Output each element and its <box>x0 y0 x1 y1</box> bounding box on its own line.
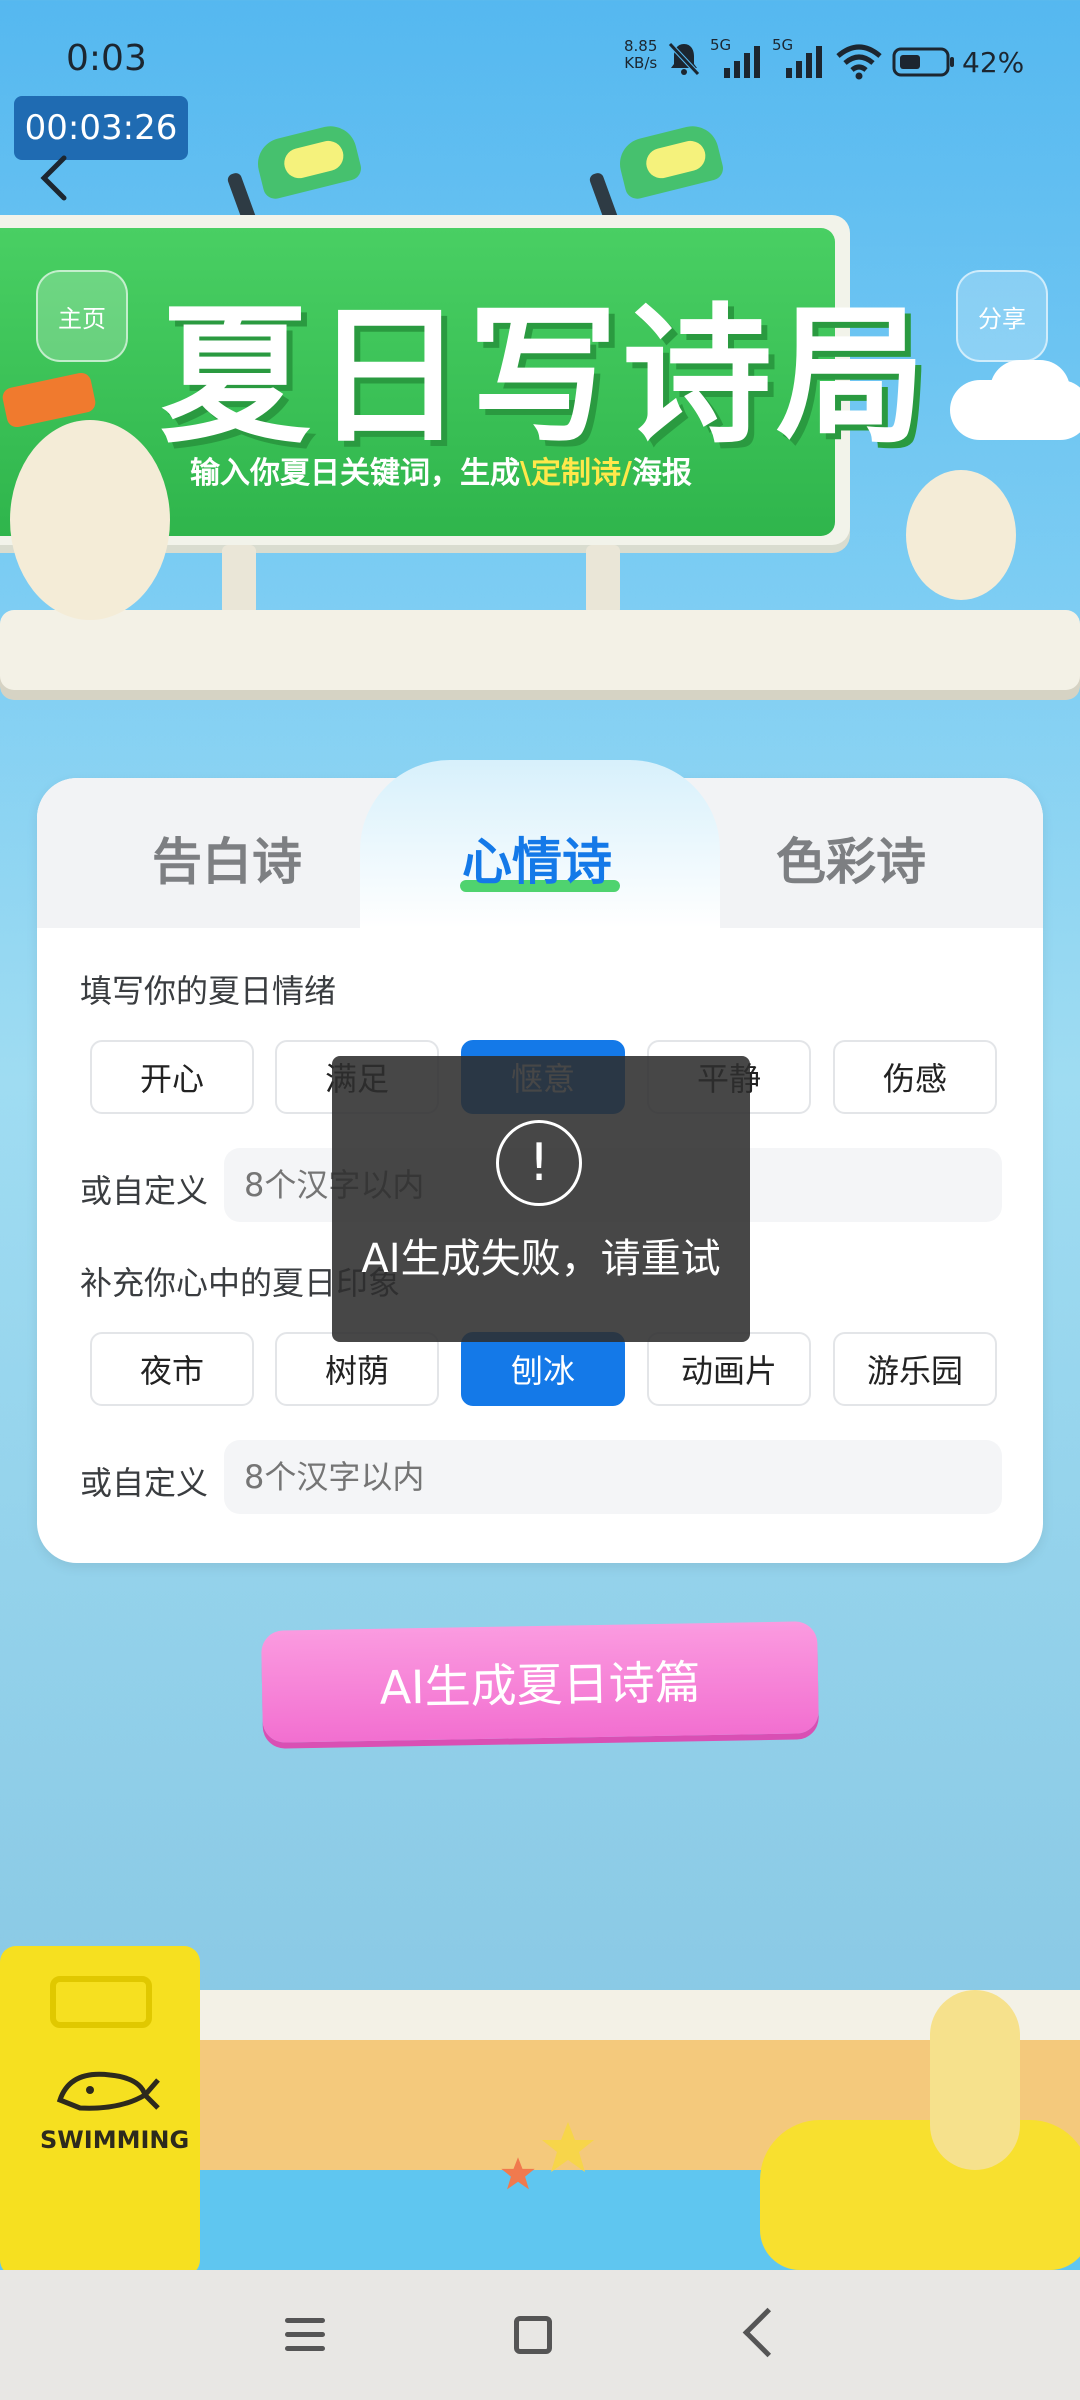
network-speed-unit: KB/s <box>624 54 658 72</box>
tab-mood-poem[interactable]: 心情诗 <box>462 822 612 894</box>
impression-chip-cartoon[interactable]: 动画片 <box>647 1332 811 1406</box>
mute-bell-icon <box>668 42 700 76</box>
battery-percent: 42% <box>962 46 1025 79</box>
impression-chip-amusement-park[interactable]: 游乐园 <box>833 1332 997 1406</box>
tab-color-poem[interactable]: 色彩诗 <box>776 822 926 894</box>
home-square-icon[interactable] <box>514 2316 552 2354</box>
street-lamp-right <box>614 120 726 202</box>
impression-custom-input[interactable] <box>224 1440 1002 1514</box>
signal-icon-2 <box>786 46 822 78</box>
lamp-light <box>643 137 709 182</box>
subtitle-highlight: \定制诗/ <box>520 456 632 491</box>
mood-chip-sad[interactable]: 伤感 <box>833 1040 997 1114</box>
wall-ledge <box>0 610 1080 690</box>
impression-chip-shaved-ice[interactable]: 刨冰 <box>461 1332 625 1406</box>
toast-message: AI生成失败，请重试 <box>361 1236 721 1282</box>
network-speed: 8.85 KB/s <box>624 38 657 72</box>
network-speed-value: 8.85 <box>624 37 658 55</box>
seagull-illustration <box>906 470 1016 600</box>
banner-subtitle: 输入你夏日关键词，生成\定制诗/海报 <box>190 448 692 492</box>
share-button[interactable]: 分享 <box>956 270 1048 362</box>
status-bar: 0:03 8.85 KB/s 5G 5G 42% <box>0 0 1080 100</box>
cloud-decoration <box>990 360 1070 420</box>
home-button[interactable]: 主页 <box>36 270 128 362</box>
starfish-icon <box>542 2122 594 2172</box>
battery-icon <box>892 47 954 77</box>
mood-custom-label: 或自定义 <box>80 1172 209 1210</box>
signal-icon <box>724 46 760 78</box>
swimming-sign-text: SWIMMING <box>40 2126 190 2154</box>
subtitle-prefix: 输入你夏日关键词，生成 <box>190 456 520 491</box>
street-lamp-left <box>252 120 364 202</box>
wifi-icon <box>836 44 882 80</box>
banner-title: 夏日写诗局 <box>160 290 931 464</box>
mood-chip-happy[interactable]: 开心 <box>90 1040 254 1114</box>
status-time: 0:03 <box>66 38 147 79</box>
tab-confession-poem[interactable]: 告白诗 <box>152 822 302 894</box>
impression-custom-label: 或自定义 <box>80 1464 209 1502</box>
error-toast: ! AI生成失败，请重试 <box>332 1056 750 1342</box>
menu-icon[interactable] <box>285 2318 325 2352</box>
impression-chip-night-market[interactable]: 夜市 <box>90 1332 254 1406</box>
mood-section-label: 填写你的夏日情绪 <box>80 972 337 1010</box>
back-arrow-icon[interactable] <box>30 150 86 206</box>
duck-right-illustration <box>930 1990 1020 2170</box>
lamp-light <box>281 137 347 182</box>
exclamation-icon: ! <box>496 1120 582 1206</box>
subtitle-suffix: 海报 <box>631 456 692 491</box>
starfish-small-icon <box>501 2157 535 2190</box>
billboard-leg <box>586 545 620 615</box>
impression-chip-tree-shade[interactable]: 树荫 <box>275 1332 439 1406</box>
whale-icon <box>56 2071 160 2111</box>
generate-poem-button[interactable]: AI生成夏日诗篇 <box>261 1621 819 1743</box>
sign-handle <box>50 1976 152 2028</box>
duck-left-illustration <box>10 420 170 620</box>
inflatable-boat <box>760 2120 1080 2270</box>
billboard-leg <box>222 545 256 615</box>
